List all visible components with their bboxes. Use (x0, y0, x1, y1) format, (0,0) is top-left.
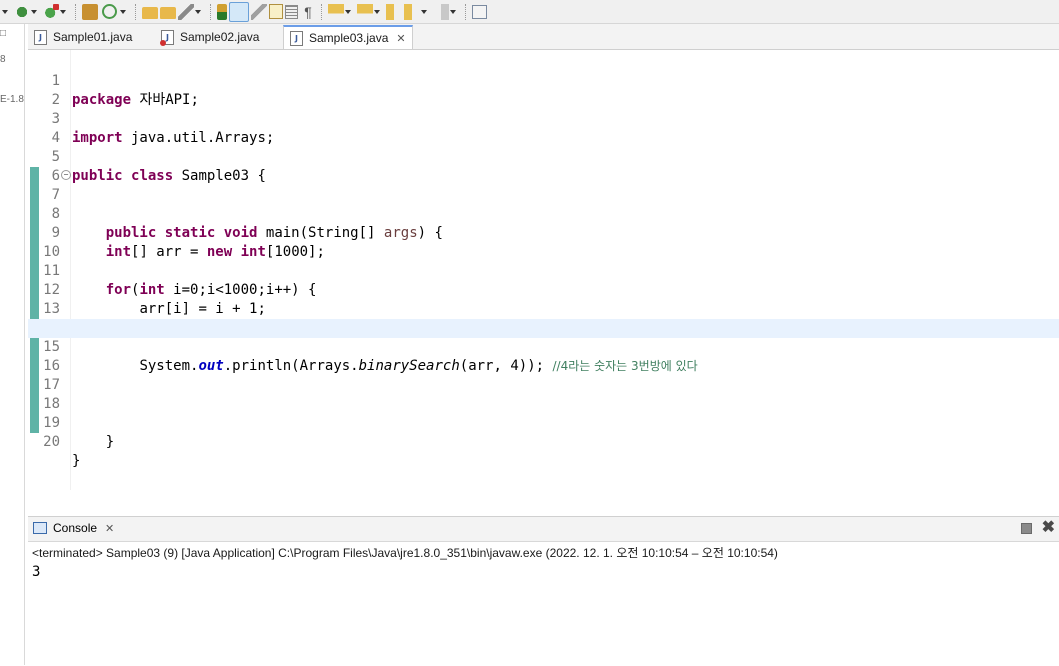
open-folder-icon[interactable] (142, 7, 158, 19)
open-perspective-icon[interactable] (472, 4, 487, 19)
code-line: 12 arr[i] = i + 1; (28, 262, 1059, 317)
prev-annotation-icon[interactable] (357, 3, 373, 20)
code-line: 19 } (28, 395, 1059, 450)
editor-panel: J Sample01.java J Sample02.java J Sample… (28, 24, 1059, 533)
java-file-icon: J (290, 30, 303, 46)
pilcrow-icon[interactable]: ¶ (300, 4, 316, 20)
java-file-error-icon: J (160, 29, 174, 46)
tab-label: Sample01.java (53, 30, 133, 44)
code-line: 11 for(int i=0;i<1000;i++) { (28, 243, 1059, 298)
code-editor[interactable]: 1 package 자바API; 2 3 import java.util.Ar… (28, 50, 1059, 533)
external-tools-icon[interactable] (43, 3, 59, 20)
tab-label: Sample03.java (309, 31, 389, 45)
package-explorer-strip: □ 8 E-1.8 (0, 24, 25, 665)
doc-icon[interactable] (269, 4, 283, 19)
console-tabbar: Console ✕ ✖ (28, 517, 1059, 542)
debug-icon[interactable] (14, 3, 30, 20)
remove-launch-icon[interactable]: ✖ (1042, 520, 1055, 536)
code-line: 8 (28, 186, 1059, 222)
open-project-icon[interactable] (160, 7, 176, 19)
code-line: 17 (28, 357, 1059, 393)
code-line: 9 int[] arr = new int[1000]; (28, 205, 1059, 260)
code-line: 3 import java.util.Arrays; (28, 91, 1059, 146)
list-icon[interactable] (285, 4, 298, 19)
run-dropdown-icon[interactable] (2, 4, 9, 20)
marker-icon[interactable] (217, 3, 227, 20)
console-panel: Console ✕ ✖ <terminated> Sample03 (9) [J… (28, 516, 1059, 666)
forward-nav-icon[interactable] (433, 3, 449, 20)
external-tools-dropdown-icon[interactable] (60, 4, 67, 20)
console-status: <terminated> Sample03 (9) [Java Applicat… (32, 546, 778, 560)
broom-icon[interactable] (251, 3, 267, 20)
code-line: 18 (28, 376, 1059, 412)
toolbar-separator (321, 3, 323, 20)
line-number: 20 (43, 434, 60, 450)
code-line: 2 (28, 72, 1059, 108)
back-icon[interactable] (386, 3, 402, 20)
code-line: 1 package 자바API; (28, 53, 1059, 108)
back-nav-dropdown-icon[interactable] (421, 4, 428, 20)
console-output[interactable]: 3 (32, 564, 40, 580)
refresh-icon[interactable] (102, 4, 117, 19)
console-tab-label: Console (53, 521, 98, 535)
toolbar-separator (135, 3, 137, 20)
code-line: 5 public class Sample03 { (28, 129, 1059, 184)
debug-dropdown-icon[interactable] (31, 4, 38, 20)
code-line: 13 } (28, 281, 1059, 336)
code-line: 7 − public static void main(String[] arg… (28, 167, 1059, 241)
next-annotation-dropdown-icon[interactable] (345, 4, 352, 20)
tab-label: Sample02.java (180, 30, 260, 44)
package-icon[interactable] (82, 3, 98, 20)
main-toolbar: ¶ (0, 0, 1059, 24)
toolbar-separator (465, 3, 467, 20)
current-code-line: 15 System.out.println(Arrays.binarySearc… (28, 319, 1059, 374)
code-lines: 1 package 자바API; 2 3 import java.util.Ar… (28, 53, 1059, 469)
close-icon[interactable]: ✕ (396, 32, 405, 45)
code-line: 6 (28, 148, 1059, 184)
refresh-dropdown-icon[interactable] (120, 4, 127, 20)
prev-annotation-dropdown-icon[interactable] (374, 4, 381, 20)
back-nav-icon[interactable] (404, 3, 420, 20)
next-annotation-icon[interactable] (328, 3, 344, 20)
code-line: 4 (28, 110, 1059, 146)
tab-sample03[interactable]: J Sample03.java ✕ (283, 25, 413, 49)
editor-tabbar: J Sample01.java J Sample02.java J Sample… (28, 24, 1059, 50)
code-line: 10 (28, 224, 1059, 260)
code-line: 20 } (28, 414, 1059, 469)
terminate-icon[interactable] (1020, 522, 1032, 534)
tab-sample01[interactable]: J Sample01.java (34, 26, 132, 48)
java-file-icon: J (34, 29, 47, 45)
pen-icon[interactable] (178, 3, 194, 20)
code-line: 14 (28, 300, 1059, 336)
toolbar-separator (75, 3, 77, 20)
close-icon[interactable]: ✕ (105, 522, 114, 535)
toolbar-separator (210, 3, 212, 20)
code-line: 16 (28, 338, 1059, 374)
strip-label: E-1.8 (0, 94, 24, 105)
strip-label: 8 (0, 54, 6, 65)
tab-sample02[interactable]: J Sample02.java (160, 26, 260, 48)
pen-dropdown-icon[interactable] (195, 4, 202, 20)
fold-toggle-icon[interactable]: − (61, 170, 71, 180)
forward-nav-dropdown-icon[interactable] (450, 4, 457, 20)
strip-label: □ (0, 28, 7, 39)
tab-console[interactable]: Console ✕ (33, 521, 114, 535)
console-icon (33, 522, 47, 534)
console-actions: ✖ (1020, 520, 1055, 536)
brush-icon[interactable] (229, 1, 249, 22)
